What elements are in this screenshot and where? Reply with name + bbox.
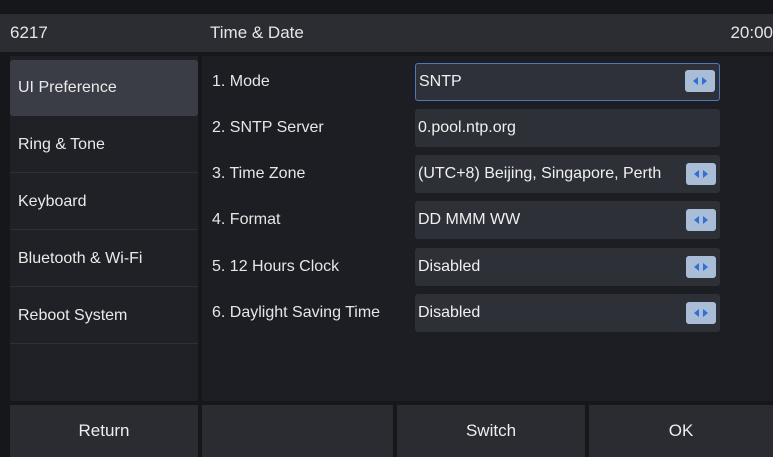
time-zone-select[interactable]: (UTC+8) Beijing, Singapore, Perth [415,155,720,193]
settings-panel: 1. Mode SNTP 2. SNTP Server 0.pool.ntp.o… [202,56,773,401]
setting-row-time-zone: 3. Time Zone (UTC+8) Beijing, Singapore,… [202,151,773,197]
left-right-arrows-icon[interactable] [686,256,716,278]
ok-softkey[interactable]: OK [589,405,773,457]
setting-row-sntp-server: 2. SNTP Server 0.pool.ntp.org [202,105,773,151]
daylight-saving-select[interactable]: Disabled [415,294,720,332]
softkey-bar: Return Switch OK [0,405,773,457]
format-select[interactable]: DD MMM WW [415,201,720,239]
softkey-label: OK [668,421,694,440]
setting-value: 0.pool.ntp.org [418,119,516,136]
sidebar-item-label: Reboot System [18,307,128,324]
setting-value: SNTP [419,73,462,90]
softkey-label: Switch [465,421,517,440]
setting-label: 4. Format [212,211,281,228]
softkey-label: Return [78,421,130,440]
sidebar-item-label: Bluetooth & Wi-Fi [18,250,143,267]
left-right-arrows-icon[interactable] [686,163,716,185]
sidebar-item-label: Ring & Tone [18,136,105,153]
switch-softkey[interactable]: Switch [397,405,585,457]
setting-row-format: 4. Format DD MMM WW [202,197,773,243]
left-right-arrows-icon[interactable] [686,302,716,324]
sidebar-item-bluetooth-wifi[interactable]: Bluetooth & Wi-Fi [10,231,198,287]
setting-row-daylight-saving: 6. Daylight Saving Time Disabled [202,290,773,336]
sidebar-item-label: Keyboard [18,193,87,210]
sidebar-item-reboot-system[interactable]: Reboot System [10,288,198,344]
setting-row-mode: 1. Mode SNTP [202,59,773,105]
setting-value: DD MMM WW [418,211,521,228]
device-model: 6217 [10,23,48,42]
sidebar-item-label: UI Preference [18,79,117,96]
12-hours-clock-select[interactable]: Disabled [415,248,720,286]
setting-label: 1. Mode [212,73,270,90]
left-right-arrows-icon[interactable] [686,209,716,231]
return-softkey[interactable]: Return [10,405,198,457]
status-bar: 6217 Time & Date 20:00 [0,14,773,52]
setting-label: 5. 12 Hours Clock [212,258,340,275]
sidebar-item-ui-preference[interactable]: UI Preference [10,60,198,116]
settings-sidebar: UI Preference Ring & Tone Keyboard Bluet… [10,56,198,401]
left-right-arrows-icon[interactable] [685,70,715,92]
clock: 20:00 [730,23,773,42]
empty-softkey[interactable] [202,405,393,457]
setting-label: 3. Time Zone [212,165,306,182]
sntp-server-input[interactable]: 0.pool.ntp.org [415,109,720,147]
setting-label: 6. Daylight Saving Time [212,304,381,321]
mode-select[interactable]: SNTP [415,63,720,101]
setting-value: Disabled [418,258,481,275]
sidebar-item-ring-tone[interactable]: Ring & Tone [10,117,198,173]
sidebar-item-keyboard[interactable]: Keyboard [10,174,198,230]
setting-value: Disabled [418,304,481,321]
page-title: Time & Date [210,23,304,42]
phone-screen: 6217 Time & Date 20:00 UI Preference Rin… [0,0,773,457]
setting-label: 2. SNTP Server [212,119,324,136]
setting-row-12-hours-clock: 5. 12 Hours Clock Disabled [202,244,773,290]
setting-value: (UTC+8) Beijing, Singapore, Perth [418,165,662,182]
